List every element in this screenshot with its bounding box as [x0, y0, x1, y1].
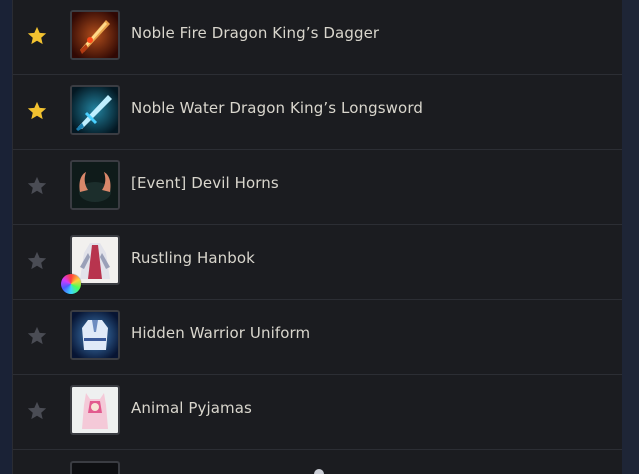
item-row[interactable]: Hidden Warrior Uniform: [13, 300, 623, 375]
favorite-star-icon[interactable]: [26, 250, 48, 272]
fire-dagger-icon: [70, 10, 120, 60]
item-row[interactable]: Animal Pyjamas: [13, 375, 623, 450]
favorite-star-icon[interactable]: [26, 325, 48, 347]
item-list-panel: Noble Fire Dragon King’s Dagger Noble Wa…: [12, 0, 623, 474]
item-row[interactable]: [Event] Devil Horns: [13, 150, 623, 225]
item-name: [Event] Devil Horns: [131, 174, 279, 192]
item-row[interactable]: Rustling Hanbok: [13, 225, 623, 300]
item-name: Noble Fire Dragon King’s Dagger: [131, 24, 380, 42]
item-row[interactable]: Noble Fire Dragon King’s Dagger: [13, 0, 623, 75]
item-icon-partial: [70, 461, 120, 474]
item-name: Rustling Hanbok: [131, 249, 255, 267]
item-row[interactable]: Noble Water Dragon King’s Longsword: [13, 75, 623, 150]
item-name: Animal Pyjamas: [131, 399, 252, 417]
dye-palette-icon: [61, 274, 81, 294]
partial-dot-icon: [314, 469, 324, 474]
favorite-star-icon[interactable]: [26, 400, 48, 422]
item-name: Hidden Warrior Uniform: [131, 324, 311, 342]
devil-horns-icon: [70, 160, 120, 210]
item-name: Noble Water Dragon King’s Longsword: [131, 99, 423, 117]
favorite-star-icon[interactable]: [26, 100, 48, 122]
animal-pyjamas-icon: [70, 385, 120, 435]
water-longsword-icon: [70, 85, 120, 135]
favorite-star-icon[interactable]: [26, 25, 48, 47]
background-strip: [622, 0, 639, 474]
favorite-star-icon[interactable]: [26, 175, 48, 197]
warrior-uniform-icon: [70, 310, 120, 360]
